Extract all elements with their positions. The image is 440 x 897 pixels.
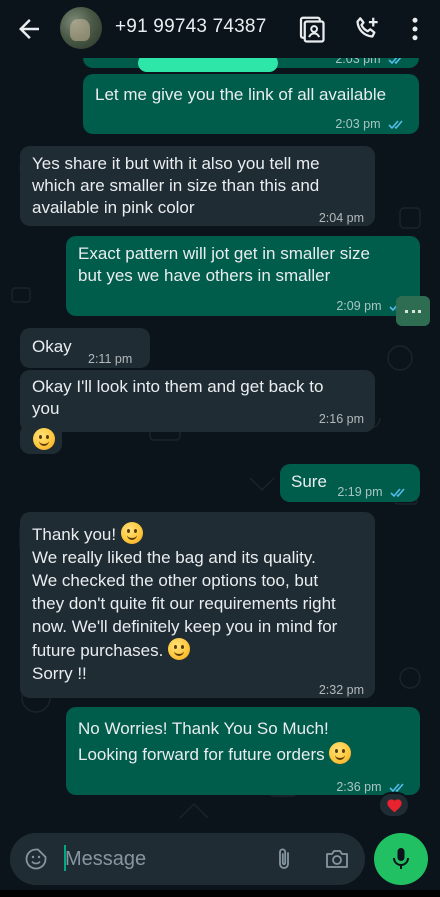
mic-button[interactable] xyxy=(374,833,428,885)
message-outgoing[interactable]: Sure 2:19 pm xyxy=(280,464,420,502)
message-time: 2:03 pm xyxy=(335,117,381,131)
redaction-mark xyxy=(138,58,278,72)
message-outgoing[interactable]: Exact pattern will jot get in smaller si… xyxy=(66,236,420,316)
add-call-icon[interactable] xyxy=(352,14,382,44)
message-text: Sure xyxy=(291,472,327,491)
more-vert-icon[interactable] xyxy=(400,14,430,44)
input-bar: Message xyxy=(0,833,440,897)
message-placeholder: Message xyxy=(65,848,147,870)
double-check-icon xyxy=(390,488,405,498)
relieved-face-emoji xyxy=(329,742,352,764)
message-text: Exact pattern will jot get in smaller si… xyxy=(78,244,370,285)
smiling-face-emoji xyxy=(120,522,143,544)
sticker-emoji-icon[interactable] xyxy=(24,847,48,871)
message-text: No Worries! Thank You So Much! Looking f… xyxy=(78,716,352,768)
double-check-icon xyxy=(388,120,403,130)
message-text: Okay I'll look into them and get back to… xyxy=(32,377,324,418)
attach-icon[interactable] xyxy=(274,846,294,872)
message-time: 2:32 pm xyxy=(318,683,364,697)
message-list[interactable]: 2:03 pm Let me give you the link of all … xyxy=(0,58,440,833)
message-time: 2:36 pm xyxy=(336,780,382,794)
message-incoming[interactable]: Yes share it but with it also you tell m… xyxy=(20,146,375,226)
contact-card-icon[interactable] xyxy=(296,14,326,44)
smiling-face-emoji xyxy=(168,638,191,660)
message-time: 2:19 pm xyxy=(337,485,383,499)
mic-icon xyxy=(393,848,409,869)
message-outgoing[interactable]: Let me give you the link of all availabl… xyxy=(83,74,419,134)
message-time: 2:11 pm xyxy=(88,352,133,366)
red-heart-icon xyxy=(387,799,402,813)
message-incoming[interactable]: Okay I'll look into them and get back to… xyxy=(20,370,375,432)
message-time: 2:09 pm xyxy=(336,299,382,313)
message-outgoing[interactable]: No Worries! Thank You So Much! Looking f… xyxy=(66,707,420,795)
system-nav-bar xyxy=(0,890,440,897)
message-text: Thank you! We really liked the bag and i… xyxy=(32,522,337,685)
message-incoming[interactable]: Okay 2:11 pm xyxy=(20,328,150,368)
message-input[interactable]: Message xyxy=(10,833,365,885)
contact-name[interactable]: +91 99743 74387 xyxy=(115,16,266,38)
message-text: Let me give you the link of all availabl… xyxy=(95,85,387,104)
back-arrow-icon[interactable] xyxy=(14,14,44,44)
message-text: Yes share it but with it also you tell m… xyxy=(32,154,320,217)
message-time: 2:16 pm xyxy=(318,412,364,426)
message-text: Okay xyxy=(32,337,72,356)
camera-icon[interactable] xyxy=(324,847,350,871)
avatar[interactable] xyxy=(60,7,102,49)
message-incoming[interactable]: Thank you! We really liked the bag and i… xyxy=(20,512,375,698)
message-incoming-emoji[interactable] xyxy=(20,424,62,454)
message-time: 2:03 pm xyxy=(335,58,381,66)
smiling-face-emoji xyxy=(33,428,55,450)
reaction-badge[interactable] xyxy=(378,792,410,818)
double-check-icon xyxy=(388,58,402,65)
message-time: 2:04 pm xyxy=(318,211,364,225)
chat-header: +91 99743 74387 xyxy=(0,0,440,58)
forward-icon[interactable] xyxy=(396,296,430,326)
